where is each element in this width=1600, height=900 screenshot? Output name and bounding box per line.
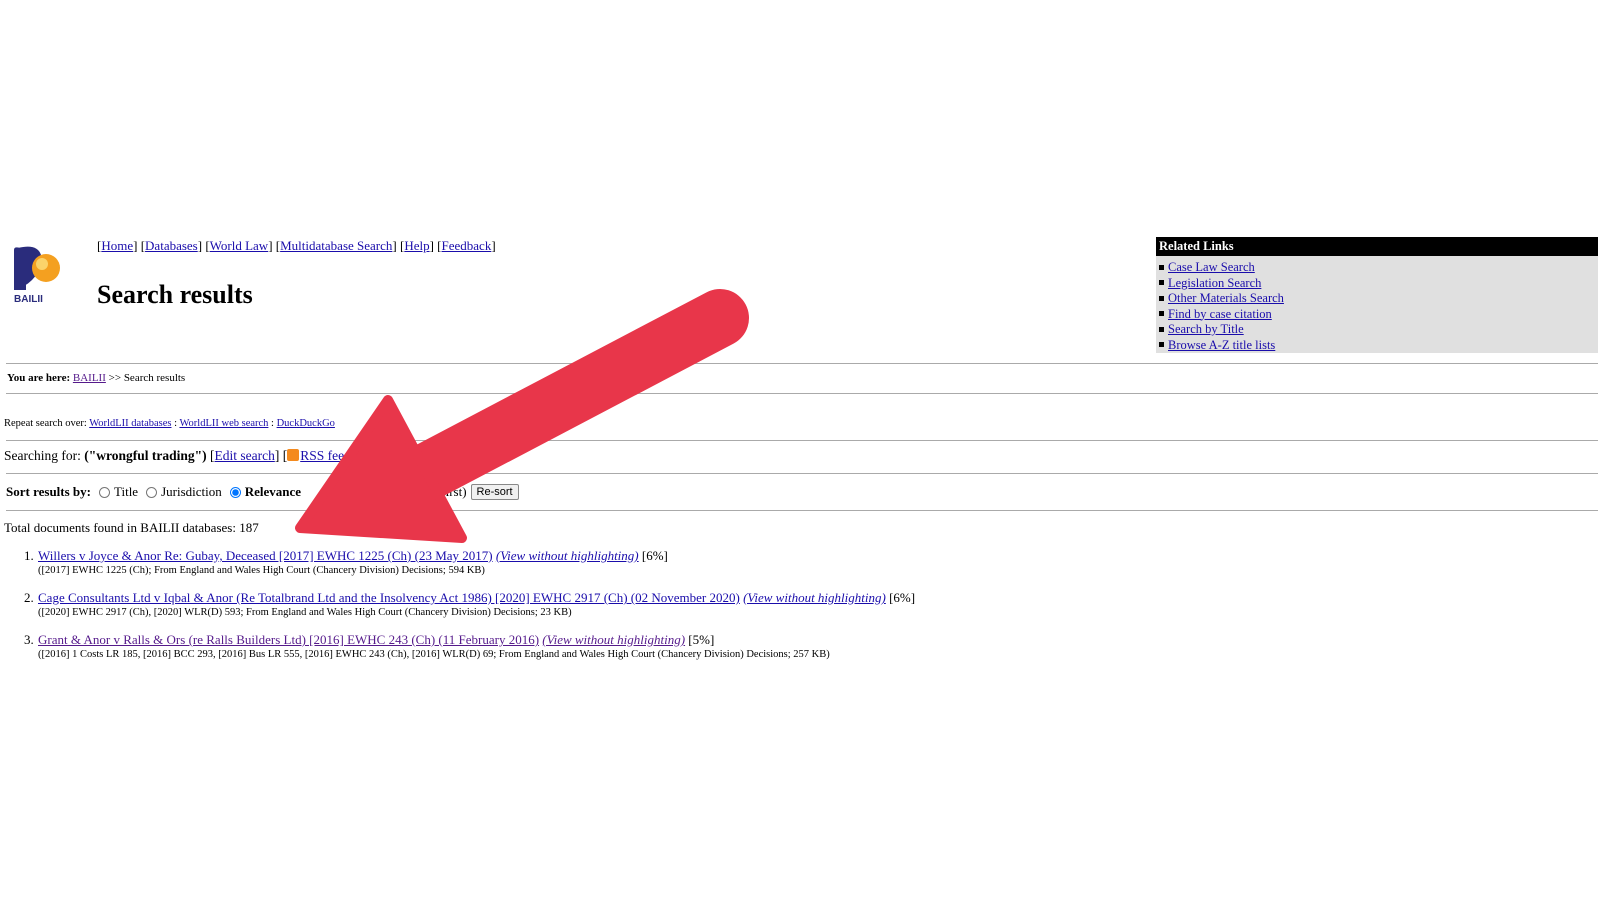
related-links-panel: Related Links Case Law Search Legislatio… [1156,237,1598,353]
result-score: [6%] [641,548,668,563]
bullet-icon [1159,264,1164,270]
result-item: 3. Grant & Anor v Ralls & Ors (re Ralls … [0,632,1600,674]
related-find-by-citation[interactable]: Find by case citation [1168,307,1272,321]
result-title-link[interactable]: Cage Consultants Ltd v Iqbal & Anor (Re … [38,590,740,605]
sort-hidden-suffix: dest first) [417,484,467,499]
sort-jurisdiction-label: Jurisdiction [161,484,222,499]
breadcrumb: You are here: BAILII >> Search results [7,372,185,384]
repeat-search-label: Repeat search over: [4,418,87,429]
rss-feed-link[interactable]: RSS fee [300,448,344,463]
bullet-icon [1159,311,1164,317]
search-query: ("wrongful trading") [84,448,207,463]
nav-world-law[interactable]: World Law [210,238,269,253]
breadcrumb-sep: >> [108,372,122,384]
rss-icon[interactable] [287,449,300,461]
view-without-highlighting-link[interactable]: (View without highlighting) [496,548,639,563]
sort-title-label: Title [113,484,139,499]
divider [6,510,1598,511]
repeat-sep: : [271,418,274,429]
resort-button[interactable]: Re-sort [470,484,519,500]
result-score: [6%] [889,590,916,605]
related-link-item: Other Materials Search [1159,291,1598,307]
top-navigation: [Home] [Databases] [World Law] [Multidat… [97,238,496,253]
searching-label: Searching for: [4,448,81,463]
nav-multidatabase-search[interactable]: Multidatabase Search [280,238,392,253]
result-item: 1. Willers v Joyce & Anor Re: Gubay, Dec… [0,548,1600,590]
bullet-icon [1159,295,1164,301]
divider [6,440,1598,441]
related-legislation-search[interactable]: Legislation Search [1168,276,1261,290]
related-link-item: Case Law Search [1159,260,1598,276]
result-number: 3. [24,632,34,647]
breadcrumb-label: You are here: [7,372,71,384]
related-link-item: Legislation Search [1159,276,1598,292]
nav-feedback[interactable]: Feedback [442,238,492,253]
view-without-highlighting-link[interactable]: (View without highlighting) [542,632,685,647]
repeat-duckduckgo[interactable]: DuckDuckGo [277,418,335,429]
sort-relevance-radio[interactable] [229,486,241,498]
sort-jurisdiction-radio[interactable] [146,486,158,498]
result-meta: ([2020] EWHC 2917 (Ch), [2020] WLR(D) 59… [38,607,572,618]
related-case-law-search[interactable]: Case Law Search [1168,260,1255,274]
related-link-item: Find by case citation [1159,307,1598,323]
divider [6,393,1598,394]
total-documents: Total documents found in BAILII database… [4,520,259,535]
related-search-by-title[interactable]: Search by Title [1168,322,1244,336]
result-number: 1. [24,548,34,563]
nav-help[interactable]: Help [404,238,429,253]
related-link-item: Browse A-Z title lists [1159,338,1598,354]
repeat-search-bar: Repeat search over: WorldLII databases :… [4,418,335,429]
sort-bar: Sort results by: Title Jurisdiction Rele… [6,484,519,500]
bullet-icon [1159,326,1164,332]
logo-text: BAILII [14,294,43,305]
nav-databases[interactable]: Databases [145,238,198,253]
breadcrumb-current: Search results [123,372,186,384]
nav-home[interactable]: Home [101,238,133,253]
repeat-sep: : [174,418,178,429]
repeat-worldlii-databases[interactable]: WorldLII databases [89,418,171,429]
repeat-worldlii-web-search[interactable]: WorldLII web search [179,418,268,429]
results-list: 1. Willers v Joyce & Anor Re: Gubay, Dec… [0,548,1600,674]
related-other-materials-search[interactable]: Other Materials Search [1168,291,1284,305]
edit-search-link[interactable]: Edit search [214,448,274,463]
result-meta: ([2017] EWHC 1225 (Ch); From England and… [38,565,485,576]
sort-label: Sort results by: [6,484,91,499]
searching-for-bar: Searching for: ("wrongful trading") [Edi… [4,448,345,463]
result-item: 2. Cage Consultants Ltd v Iqbal & Anor (… [0,590,1600,632]
page-title: Search results [97,280,253,309]
bullet-icon [1159,342,1164,348]
view-without-highlighting-link[interactable]: (View without highlighting) [743,590,886,605]
result-score: [5%] [688,632,715,647]
divider [6,473,1598,474]
result-title-link[interactable]: Willers v Joyce & Anor Re: Gubay, Deceas… [38,548,493,563]
breadcrumb-root[interactable]: BAILII [73,372,106,384]
bailii-logo-icon[interactable]: BAILII [12,244,66,306]
divider [6,363,1598,364]
related-link-item: Search by Title [1159,322,1598,338]
related-links-heading: Related Links [1156,237,1598,256]
related-browse-az[interactable]: Browse A-Z title lists [1168,338,1275,352]
sort-relevance-label: Relevance [244,484,302,499]
result-title-link[interactable]: Grant & Anor v Ralls & Ors (re Ralls Bui… [38,632,539,647]
result-meta: ([2016] 1 Costs LR 185, [2016] BCC 293, … [38,649,830,660]
bullet-icon [1159,280,1164,286]
result-number: 2. [24,590,34,605]
sort-title-radio[interactable] [98,486,110,498]
